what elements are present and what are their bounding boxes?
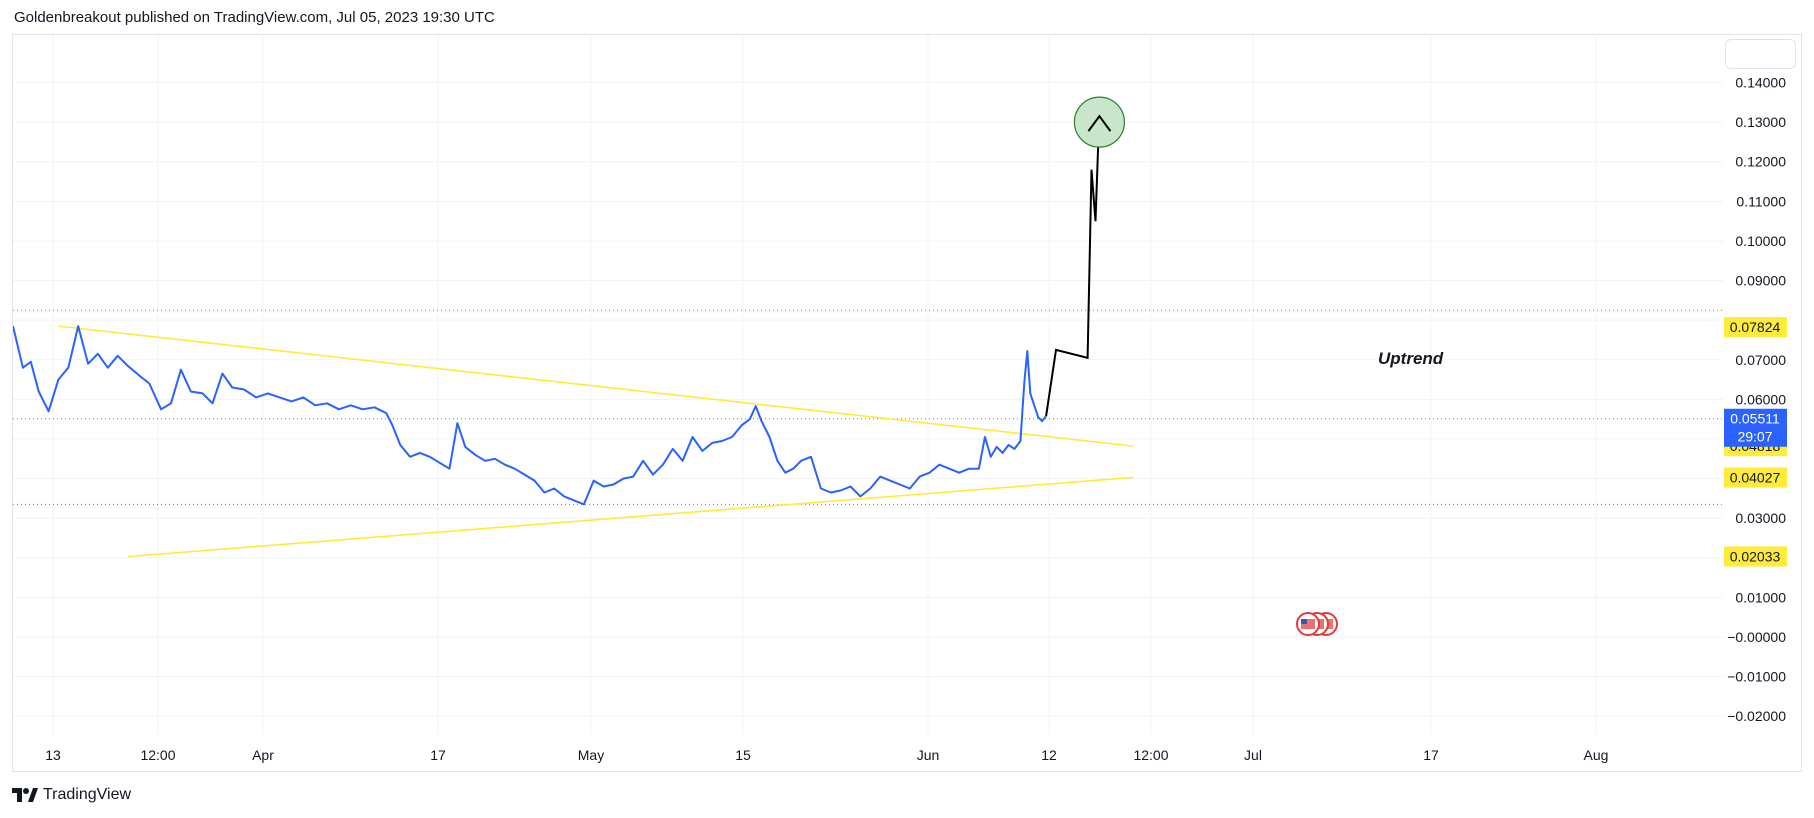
chart-frame[interactable]: 13 12:00 Apr 17 May 15 Jun 12 12:00 Jul 17 Aug 0.140… bbox=[12, 34, 1802, 772]
y-tick-label: 0.13000 bbox=[1735, 114, 1786, 130]
y-tick-label: 0.12000 bbox=[1735, 154, 1786, 170]
x-tick-label: Aug bbox=[1584, 747, 1609, 763]
y-tick-label: −0.00000 bbox=[1727, 629, 1786, 645]
y-tick-label: −0.02000 bbox=[1727, 708, 1786, 724]
x-tick-label: Jul bbox=[1244, 747, 1262, 763]
symbol-search-box[interactable] bbox=[1725, 39, 1796, 69]
y-tick-label: 0.06000 bbox=[1735, 391, 1786, 407]
x-tick-label: 13 bbox=[45, 747, 61, 763]
trendline-upper[interactable] bbox=[58, 325, 1134, 447]
x-tick-label: 12:00 bbox=[140, 747, 175, 763]
price-tag-lower-trend-end: 0.04027 bbox=[1730, 470, 1781, 486]
footer: TradingView bbox=[12, 786, 131, 804]
y-tick-label: 0.09000 bbox=[1735, 273, 1786, 289]
us-flag-icon[interactable] bbox=[1296, 612, 1320, 636]
candle-countdown: 29:07 bbox=[1737, 429, 1772, 445]
price-tag-lower-trend: 0.02033 bbox=[1730, 549, 1781, 565]
y-tick-label: 0.14000 bbox=[1735, 75, 1786, 91]
x-tick-label: 15 bbox=[735, 747, 751, 763]
tradingview-logo-icon bbox=[12, 788, 38, 802]
x-tick-label: 17 bbox=[430, 747, 446, 763]
target-circle-icon[interactable] bbox=[1073, 96, 1126, 148]
trendline-lower[interactable] bbox=[127, 476, 1134, 558]
y-tick-label: 0.11000 bbox=[1736, 193, 1786, 209]
x-tick-label: 17 bbox=[1423, 747, 1439, 763]
x-tick-label: Apr bbox=[252, 747, 274, 763]
price-chart[interactable]: 13 12:00 Apr 17 May 15 Jun 12 12:00 Jul 17 Aug 0.140… bbox=[13, 35, 1801, 771]
x-tick-label: Jun bbox=[917, 747, 940, 763]
y-tick-label: 0.03000 bbox=[1735, 510, 1786, 526]
price-series-line[interactable] bbox=[13, 325, 1047, 506]
projection-path[interactable] bbox=[1045, 110, 1101, 417]
y-tick-label: 0.01000 bbox=[1735, 589, 1786, 605]
x-tick-label: 12 bbox=[1041, 747, 1057, 763]
footer-brand: TradingView bbox=[43, 786, 132, 803]
price-tag-upper-trend: 0.07824 bbox=[1730, 319, 1781, 335]
x-tick-label: May bbox=[578, 747, 604, 763]
x-tick-label: 12:00 bbox=[1133, 747, 1168, 763]
uptrend-annotation[interactable]: Uptrend bbox=[1378, 349, 1444, 368]
y-tick-label: −0.01000 bbox=[1727, 669, 1786, 685]
publish-header: Goldenbreakout published on TradingView.… bbox=[14, 9, 495, 26]
current-price-tag: 0.05511 bbox=[1730, 411, 1780, 427]
y-tick-label: 0.07000 bbox=[1735, 352, 1786, 368]
y-tick-label: 0.10000 bbox=[1735, 233, 1786, 249]
